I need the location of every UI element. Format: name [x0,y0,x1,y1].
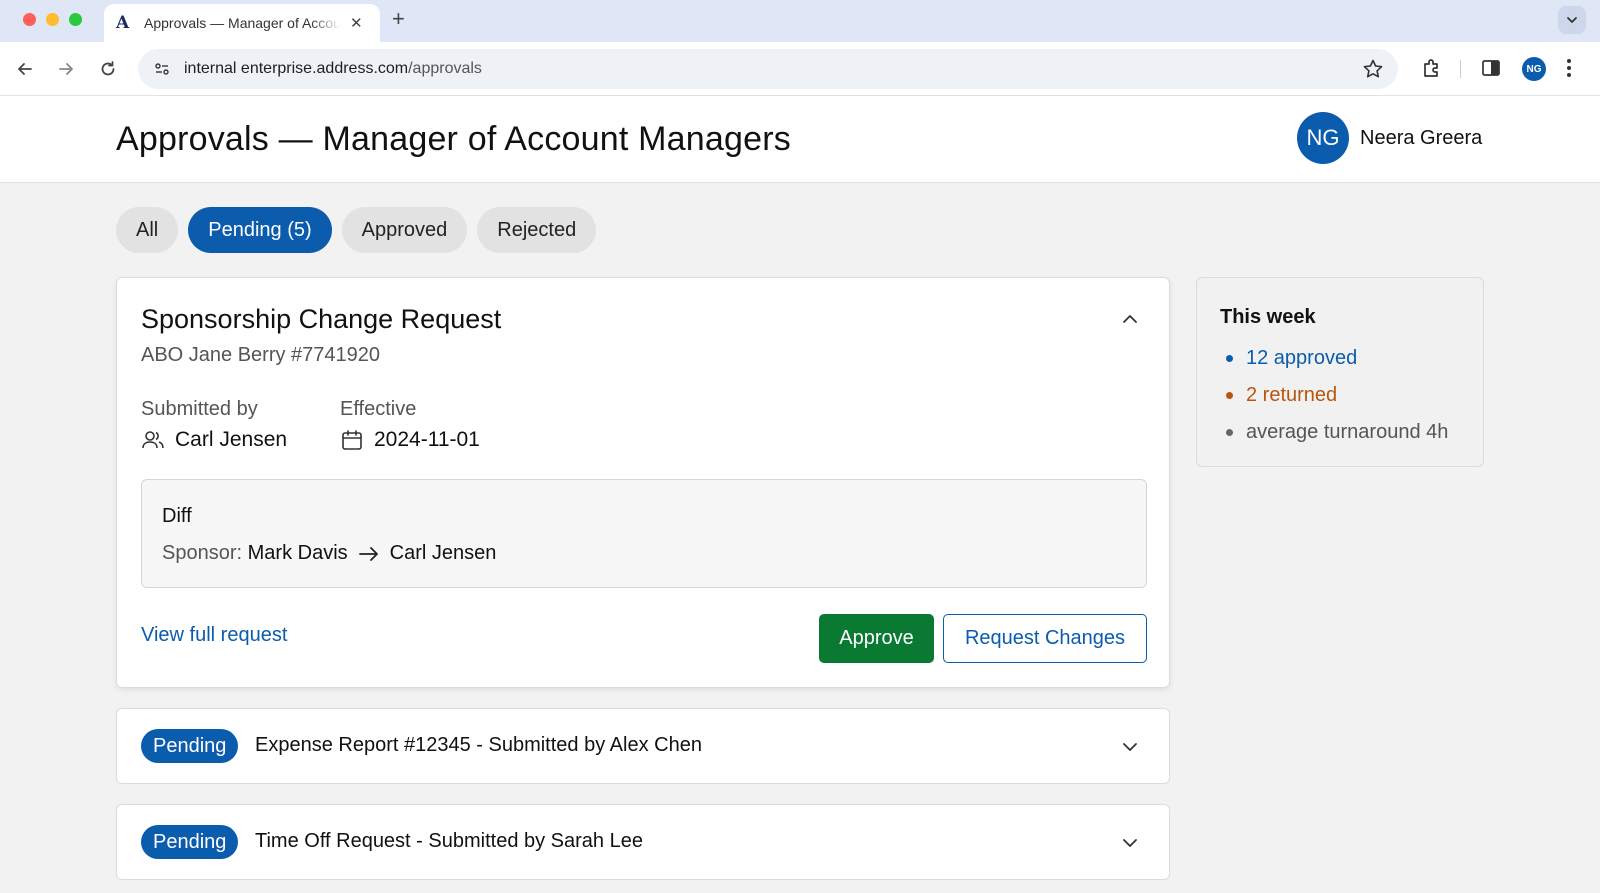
view-full-request-link[interactable]: View full request [141,624,287,647]
submitter-name: Carl Jensen [175,428,288,451]
bookmark-star-icon[interactable] [1362,58,1384,85]
filter-all[interactable]: All [116,207,179,253]
effective-label: Effective [340,398,417,420]
minimize-window-button[interactable] [46,13,59,26]
summary-list: 12 approved 2 returned average turnaroun… [1220,340,1448,451]
url-text: internal enterprise.address.com/approval… [184,60,482,78]
expand-button[interactable] [1117,830,1143,856]
forward-button[interactable] [54,57,78,81]
effective-date: 2024-11-01 [374,428,480,451]
tab-search-button[interactable] [1558,6,1586,34]
diff-from: Mark Davis [247,542,348,564]
chevron-down-icon [1567,17,1577,23]
maximize-window-button[interactable] [69,13,82,26]
request-changes-button[interactable]: Request Changes [943,614,1147,663]
toolbar-divider [1460,60,1461,78]
filter-rejected[interactable]: Rejected [477,207,597,253]
arrow-left-icon [18,63,32,75]
bullet-dot [1226,392,1233,399]
arrow-right-icon [59,63,73,75]
browser-menu-icon[interactable] [1565,56,1573,85]
diff-title: Diff [162,505,192,527]
request-row[interactable]: Pending Expense Report #12345 - Submitte… [116,708,1170,784]
expand-button[interactable] [1117,734,1143,760]
effective-value: 2024-11-01 [340,428,480,452]
summary-item-text: 12 approved [1246,347,1358,369]
bullet-dot [1226,355,1233,362]
status-badge: Pending [141,825,239,859]
summary-item-turnaround: average turnaround 4h [1220,414,1448,451]
side-panel-icon[interactable] [1479,56,1503,85]
page-title: Approvals — Manager of Account Managers [116,120,791,158]
request-row-title: Expense Report #12345 - Submitted by Ale… [255,734,702,756]
summary-title: This week [1220,306,1316,328]
submitted-by-label: Submitted by [141,398,258,420]
browser-tab-active[interactable]: A Approvals — Manager of Account Manager… [104,4,380,42]
arrow-right-icon [358,546,378,561]
close-window-button[interactable] [23,13,36,26]
reload-button[interactable] [96,57,120,81]
bullet-dot [1226,429,1233,436]
summary-item-text: 2 returned [1246,384,1338,406]
extensions-puzzle-icon[interactable] [1420,56,1444,85]
status-badge: Pending [141,729,239,763]
summary-item-text: average turnaround 4h [1246,421,1449,443]
new-tab-button[interactable]: + [392,6,405,32]
reload-icon [101,61,115,76]
diff-line: Sponsor: Mark Davis Carl Jensen [162,542,496,565]
site-settings-icon[interactable] [152,59,172,79]
calendar-icon [342,430,362,450]
request-card-expanded: Sponsorship Change Request ABO Jane Berr… [116,277,1170,688]
summary-item-approved: 12 approved [1220,340,1448,377]
summary-item-returned: 2 returned [1220,377,1448,414]
tab-title: Approvals — Manager of Account Managers [144,15,340,31]
collapse-button[interactable] [1117,306,1143,332]
chevron-down-icon [1123,743,1137,751]
request-subtitle: ABO Jane Berry #7741920 [141,344,381,366]
diff-key: Sponsor: [162,542,243,564]
approve-button[interactable]: Approve [819,614,934,663]
site-favicon-icon: A [116,13,130,33]
chevron-up-icon [1123,315,1137,323]
submitted-by-value: Carl Jensen [141,428,287,452]
diff-panel: Diff Sponsor: Mark Davis Carl Jensen [141,479,1147,588]
request-row[interactable]: Pending Time Off Request - Submitted by … [116,804,1170,880]
status-filter-tabs: All Pending (5) Approved Rejected [116,207,597,253]
address-bar[interactable]: internal enterprise.address.com/approval… [138,49,1398,89]
user-icon [142,431,164,449]
browser-profile-avatar[interactable]: NG [1522,57,1546,81]
filter-pending[interactable]: Pending (5) [188,207,332,253]
user-avatar[interactable]: NG [1297,112,1349,164]
url-path: /approvals [408,60,482,77]
user-name[interactable]: Neera Greera [1360,127,1482,150]
weekly-summary-panel: This week 12 approved 2 returned average… [1196,277,1484,467]
back-button[interactable] [13,57,37,81]
browser-toolbar: internal enterprise.address.com/approval… [0,42,1600,96]
page-header: Approvals — Manager of Account Managers … [0,96,1600,183]
request-row-title: Time Off Request - Submitted by Sarah Le… [255,830,643,852]
chevron-down-icon [1123,839,1137,847]
diff-to: Carl Jensen [389,542,497,564]
url-host: internal enterprise.address.com [184,60,409,77]
request-title: Sponsorship Change Request [141,304,502,334]
browser-tabstrip: A Approvals — Manager of Account Manager… [0,0,1600,42]
filter-approved[interactable]: Approved [341,207,468,253]
tab-close-icon[interactable]: ✕ [350,14,363,32]
